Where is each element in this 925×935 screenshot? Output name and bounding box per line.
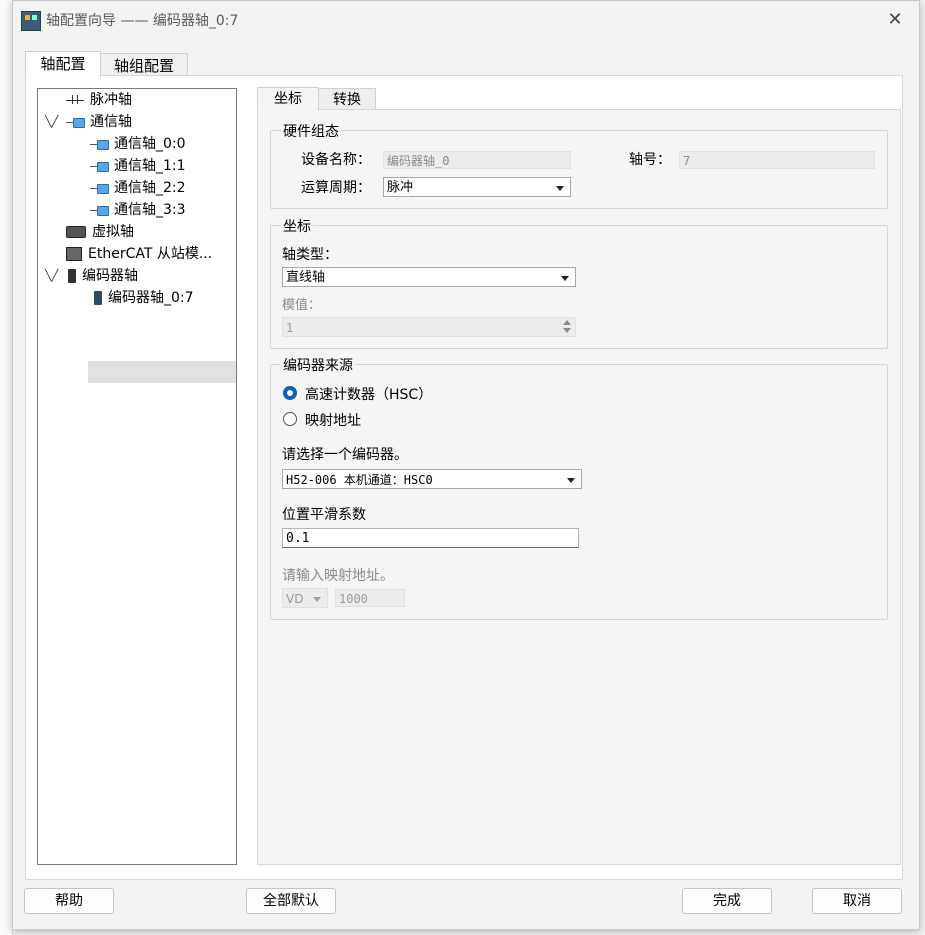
tree-selection-highlight xyxy=(88,361,236,383)
tree-item-label: 通信轴_1:1 xyxy=(114,158,186,174)
tree-item-label: 虚拟轴 xyxy=(92,224,134,240)
chevron-down-icon xyxy=(313,597,321,602)
finish-button[interactable]: 完成 xyxy=(682,888,772,914)
virtual-axis-icon xyxy=(66,226,86,238)
chevron-down-icon xyxy=(567,478,575,483)
encoder-select-value: H52-006 本机通道：HSC0 xyxy=(286,473,433,487)
axis-config-pane: 脉冲轴 ╲╱ 通信轴 通信轴_0:0 通信轴_1:1 通信轴_2:2 通信轴_3… xyxy=(25,75,903,880)
group-title: 硬件组态 xyxy=(281,121,341,141)
axis-number-label: 轴号： xyxy=(629,152,671,168)
tree-item-virtual-axis[interactable]: 虚拟轴 xyxy=(66,221,134,243)
restore-defaults-button[interactable]: 全部默认 xyxy=(246,888,336,914)
help-button[interactable]: 帮助 xyxy=(24,888,114,914)
map-area-select[interactable]: VD xyxy=(282,588,328,608)
group-title: 坐标 xyxy=(281,216,313,236)
coordinate-group: 坐标 轴类型： 直线轴 模值： 1 xyxy=(270,216,888,349)
select-encoder-label: 请选择一个编码器。 xyxy=(282,447,408,463)
pulse-icon xyxy=(66,95,84,105)
encoder-select[interactable]: H52-006 本机通道：HSC0 xyxy=(282,469,582,489)
axis-number-field[interactable]: 7 xyxy=(679,151,875,169)
mapped-address-radio-label: 映射地址 xyxy=(305,413,361,429)
cycle-select[interactable]: 脉冲 xyxy=(383,177,571,197)
tree-item-pulse-axis[interactable]: 脉冲轴 xyxy=(66,89,132,111)
cancel-button[interactable]: 取消 xyxy=(812,888,902,914)
comm-axis-icon xyxy=(66,118,85,128)
tree-item-label: 通信轴_3:3 xyxy=(114,202,186,218)
tab-coordinate[interactable]: 坐标 xyxy=(257,87,319,111)
collapse-chevron-icon[interactable]: ╲╱ xyxy=(45,269,58,282)
collapse-chevron-icon[interactable]: ╲╱ xyxy=(45,115,58,128)
comm-axis-icon xyxy=(90,184,109,194)
hsc-radio[interactable] xyxy=(283,386,297,400)
tree-item-label: 编码器轴_0:7 xyxy=(108,290,194,306)
tree-item-label: 通信轴_0:0 xyxy=(114,136,186,152)
device-name-label: 设备名称： xyxy=(301,152,371,168)
close-button[interactable]: ✕ xyxy=(881,7,909,33)
comm-axis-icon xyxy=(90,162,109,172)
modulo-label: 模值： xyxy=(282,298,322,313)
hardware-config-group: 硬件组态 设备名称： 编码器轴_0 轴号： 7 运算周期： 脉冲 xyxy=(270,121,888,209)
map-area-value: VD xyxy=(286,592,304,606)
tree-item-comm-axis-2[interactable]: 通信轴_2:2 xyxy=(90,177,186,199)
smoothing-label: 位置平滑系数 xyxy=(282,507,366,523)
group-title: 编码器来源 xyxy=(281,355,355,375)
close-icon: ✕ xyxy=(887,9,903,30)
tree-item-label: 脉冲轴 xyxy=(90,92,132,108)
tree-item-comm-axis[interactable]: 通信轴 xyxy=(66,111,132,133)
hsc-radio-label: 高速计数器（HSC） xyxy=(305,387,433,403)
tree-item-label: 通信轴 xyxy=(90,114,132,130)
spinner-arrows-icon xyxy=(561,319,573,335)
app-icon xyxy=(21,11,41,31)
map-address-label: 请输入映射地址。 xyxy=(282,568,394,584)
ethercat-module-icon xyxy=(66,247,82,261)
tree-item-comm-axis-0[interactable]: 通信轴_0:0 xyxy=(90,133,186,155)
tab-conversion[interactable]: 转换 xyxy=(318,88,376,111)
tab-axis-config[interactable]: 轴配置 xyxy=(25,51,101,77)
title-bar: 轴配置向导 —— 编码器轴_0:7 ✕ xyxy=(13,1,919,39)
mapped-address-radio[interactable] xyxy=(283,412,297,426)
chevron-down-icon xyxy=(556,186,564,191)
cycle-label: 运算周期： xyxy=(301,180,371,196)
comm-axis-icon xyxy=(90,206,109,216)
axis-tree[interactable]: 脉冲轴 ╲╱ 通信轴 通信轴_0:0 通信轴_1:1 通信轴_2:2 通信轴_3… xyxy=(37,88,237,865)
tree-item-label: EtherCAT 从站模... xyxy=(88,246,213,262)
encoder-icon xyxy=(94,291,102,305)
comm-axis-icon xyxy=(90,140,109,150)
tree-item-label: 通信轴_2:2 xyxy=(114,180,186,196)
encoder-icon xyxy=(68,269,76,283)
cycle-select-value: 脉冲 xyxy=(387,180,414,195)
modulo-spinbox[interactable]: 1 xyxy=(282,317,576,337)
window-title: 轴配置向导 —— 编码器轴_0:7 xyxy=(46,13,239,29)
encoder-source-group: 编码器来源 高速计数器（HSC） 映射地址 请选择一个编码器。 H52-006 … xyxy=(270,355,888,620)
modulo-value: 1 xyxy=(286,321,294,335)
axis-type-label: 轴类型： xyxy=(282,247,338,263)
tree-item-encoder-axis-0[interactable]: 编码器轴_0:7 xyxy=(94,287,194,309)
tree-item-encoder-axis[interactable]: 编码器轴 xyxy=(68,265,138,287)
map-offset-field[interactable]: 1000 xyxy=(335,589,405,607)
tree-item-label: 编码器轴 xyxy=(82,268,138,284)
device-name-field[interactable]: 编码器轴_0 xyxy=(383,151,571,169)
chevron-down-icon xyxy=(561,276,569,281)
coordinate-pane: 硬件组态 设备名称： 编码器轴_0 轴号： 7 运算周期： 脉冲 坐标 轴类型：… xyxy=(257,109,901,865)
axis-config-dialog: 轴配置向导 —— 编码器轴_0:7 ✕ 轴配置 轴组配置 脉冲轴 ╲╱ 通信轴 … xyxy=(12,0,920,930)
tree-item-ethercat[interactable]: EtherCAT 从站模... xyxy=(66,243,212,265)
tree-item-comm-axis-1[interactable]: 通信轴_1:1 xyxy=(90,155,186,177)
axis-type-value: 直线轴 xyxy=(286,270,326,285)
axis-type-select[interactable]: 直线轴 xyxy=(282,267,576,287)
smoothing-input[interactable]: 0.1 xyxy=(282,528,579,548)
tree-item-comm-axis-3[interactable]: 通信轴_3:3 xyxy=(90,199,186,221)
